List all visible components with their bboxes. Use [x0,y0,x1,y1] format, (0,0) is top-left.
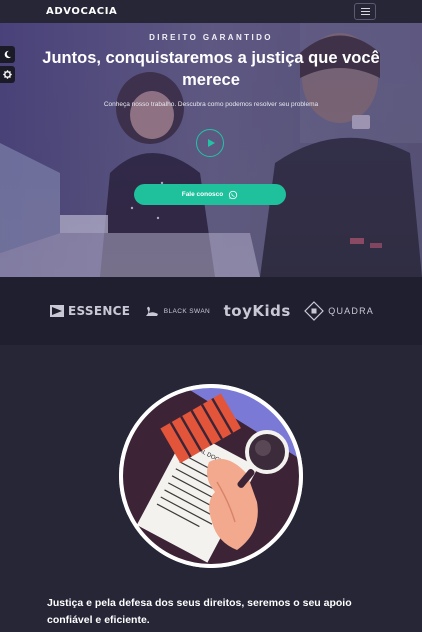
moon-icon [4,50,12,59]
quadra-diamond-icon [304,301,325,321]
essence-logo-icon [50,305,64,317]
hamburger-icon [360,8,370,9]
contact-button[interactable]: Fale conosco [134,184,286,205]
hero-title: Juntos, conquistaremos a justiça que voc… [42,49,380,89]
feature-section: LEGAL DOCUMENT Justiça e pela defesa dos… [0,345,422,632]
feature-description: Justiça e pela defesa dos seus direitos,… [47,597,352,626]
hero-eyebrow: DIREITO GARANTIDO [149,33,273,42]
swan-icon [145,306,158,316]
whatsapp-icon [229,190,238,199]
play-icon [207,139,215,147]
client-logo-quadra: QUADRA [304,301,374,321]
play-video-button[interactable] [196,129,224,157]
side-tools [0,46,15,83]
contact-button-label: Fale conosco [181,191,224,198]
theme-toggle-button[interactable] [0,46,15,63]
navbar: ADVOCACIA [0,0,422,23]
client-logo-toykids: toyKids [223,302,291,320]
menu-toggle-button[interactable] [354,3,376,20]
hero-subtitle: Conheça nosso trabalho. Descubra como po… [103,101,319,108]
clients-bar: ESSENCE BLACK SWAN toyKids QUADRA [0,277,422,345]
client-logo-essence: ESSENCE [50,304,130,318]
brand-logo[interactable]: ADVOCACIA [46,6,117,17]
hero-section: DIREITO GARANTIDO Juntos, conquistaremos… [0,23,422,277]
gear-icon [3,70,12,79]
settings-button[interactable] [0,66,15,83]
client-logo-black-swan: BLACK SWAN [144,305,210,317]
legal-document-illustration: LEGAL DOCUMENT [119,384,303,568]
